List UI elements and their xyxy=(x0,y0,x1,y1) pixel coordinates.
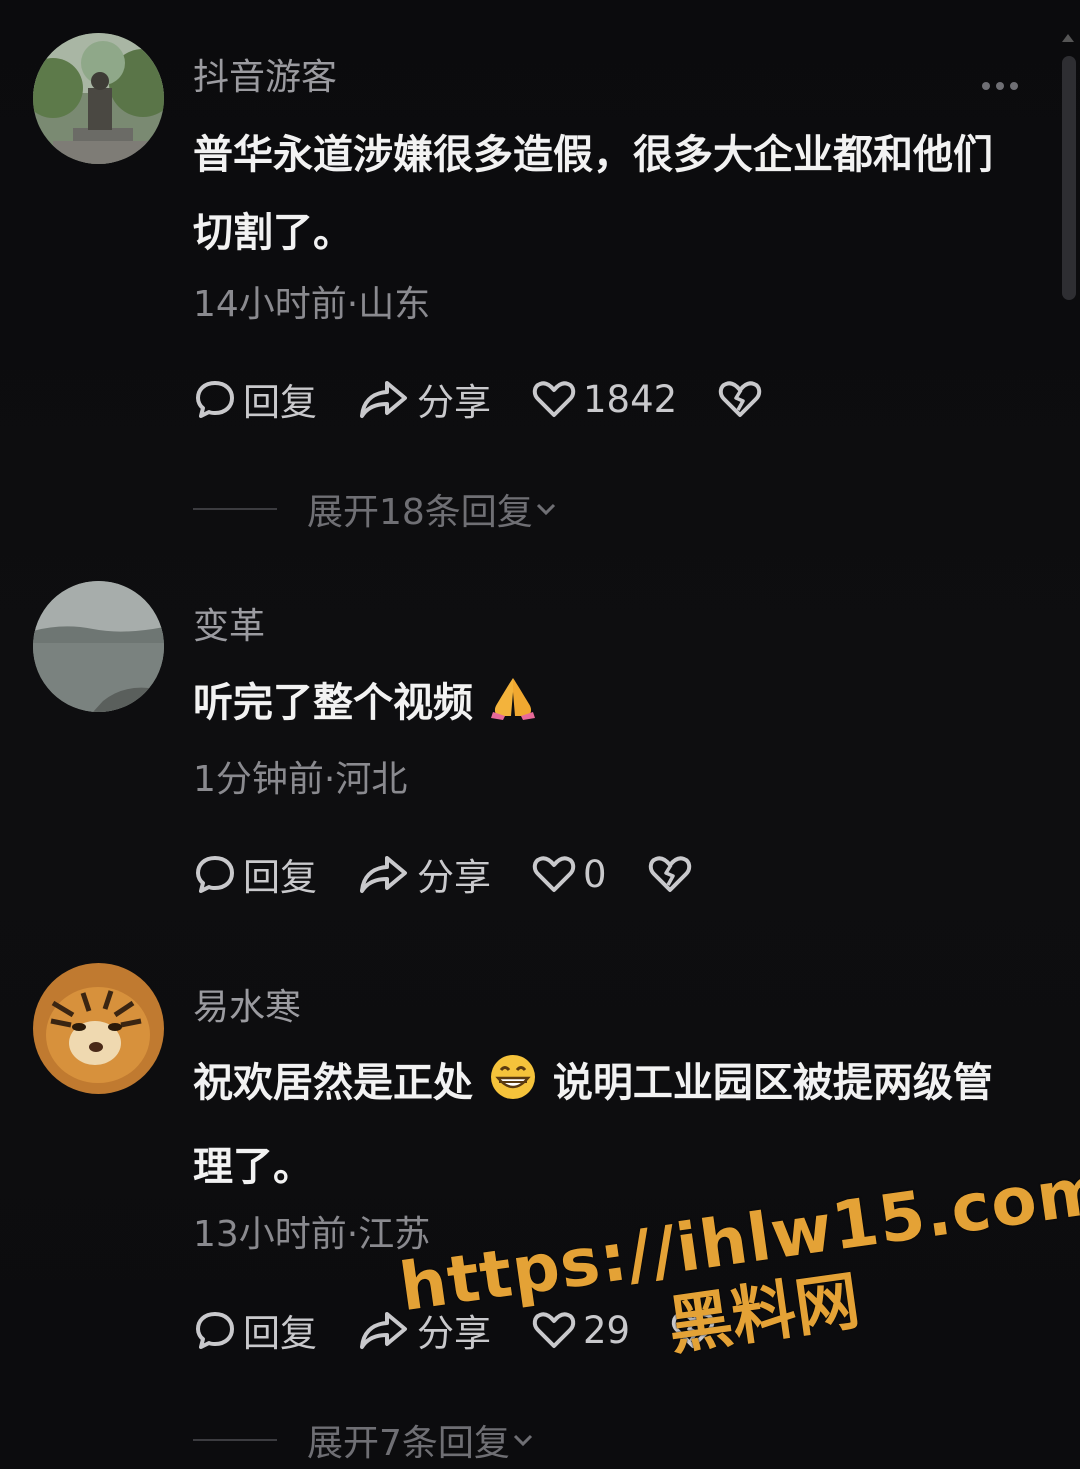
avatar[interactable] xyxy=(33,581,164,712)
dislike-button[interactable] xyxy=(647,852,699,896)
avatar[interactable] xyxy=(33,33,164,164)
reply-button[interactable]: 回复 xyxy=(193,372,317,426)
more-icon[interactable] xyxy=(982,82,1018,90)
expand-replies-button[interactable]: 展开7条回复 xyxy=(193,1414,536,1466)
reply-icon xyxy=(196,856,234,893)
comment-meta: 14小时前·山东 xyxy=(193,284,431,325)
reply-icon xyxy=(196,381,234,418)
reply-label: 回复 xyxy=(243,381,317,424)
scrollbar[interactable] xyxy=(1054,30,1080,300)
reply-icon xyxy=(196,1312,234,1349)
avatar-tiger-image xyxy=(33,963,164,1094)
username[interactable]: 抖音游客 xyxy=(193,48,337,100)
share-icon xyxy=(360,381,407,418)
username[interactable]: 易水寒 xyxy=(193,978,301,1030)
comment-meta: 1分钟前·河北 xyxy=(193,759,408,800)
dislike-icon xyxy=(648,856,691,892)
reply-label: 回复 xyxy=(243,856,317,899)
reply-label: 回复 xyxy=(243,1312,317,1355)
comment-actions: 回复 分享 1842 xyxy=(193,374,809,424)
like-icon xyxy=(532,856,576,892)
chevron-down-icon xyxy=(536,503,555,516)
expand-replies-label: 展开7条回复 xyxy=(307,1423,510,1464)
folded-hands-emoji xyxy=(487,670,539,748)
reply-button[interactable]: 回复 xyxy=(193,1303,317,1357)
comment-text: 听完了整个视频 xyxy=(193,664,1023,748)
share-button[interactable]: 分享 xyxy=(357,847,491,901)
share-label: 分享 xyxy=(417,856,491,899)
scrollbar-thumb[interactable] xyxy=(1062,56,1076,300)
dislike-icon xyxy=(719,381,762,417)
chevron-down-icon xyxy=(513,1434,532,1447)
avatar[interactable] xyxy=(33,963,164,1094)
share-button[interactable]: 分享 xyxy=(357,372,491,426)
share-label: 分享 xyxy=(417,381,491,424)
expand-replies-button[interactable]: 展开18条回复 xyxy=(193,483,559,535)
like-button[interactable]: 0 xyxy=(531,852,607,896)
grinning-face-emoji xyxy=(487,1050,539,1128)
avatar-lake-image xyxy=(33,581,164,712)
username[interactable]: 变革 xyxy=(193,597,265,649)
divider-line xyxy=(193,1439,277,1441)
comment-text-body: 听完了整个视频 xyxy=(193,680,473,726)
like-button[interactable]: 1842 xyxy=(531,377,677,421)
comment-list-page: 抖音游客 普华永道涉嫌很多造假，很多大企业都和他们切割了。 14小时前·山东 回… xyxy=(0,0,1080,1469)
like-count: 0 xyxy=(583,852,607,896)
like-icon xyxy=(532,381,576,417)
comment-text: 普华永道涉嫌很多造假，很多大企业都和他们切割了。 xyxy=(193,132,993,256)
avatar-statue-image xyxy=(33,33,164,164)
share-icon xyxy=(360,856,407,893)
comment-text-body: 祝欢居然是正处 xyxy=(193,1060,473,1106)
scroll-up-arrow-icon[interactable] xyxy=(1062,34,1074,42)
expand-replies-label: 展开18条回复 xyxy=(307,492,533,533)
comment-actions: 回复 分享 0 xyxy=(193,849,739,899)
share-icon xyxy=(360,1312,407,1349)
reply-button[interactable]: 回复 xyxy=(193,847,317,901)
like-count: 1842 xyxy=(583,377,678,421)
dislike-button[interactable] xyxy=(717,377,769,421)
divider-line xyxy=(193,508,277,510)
